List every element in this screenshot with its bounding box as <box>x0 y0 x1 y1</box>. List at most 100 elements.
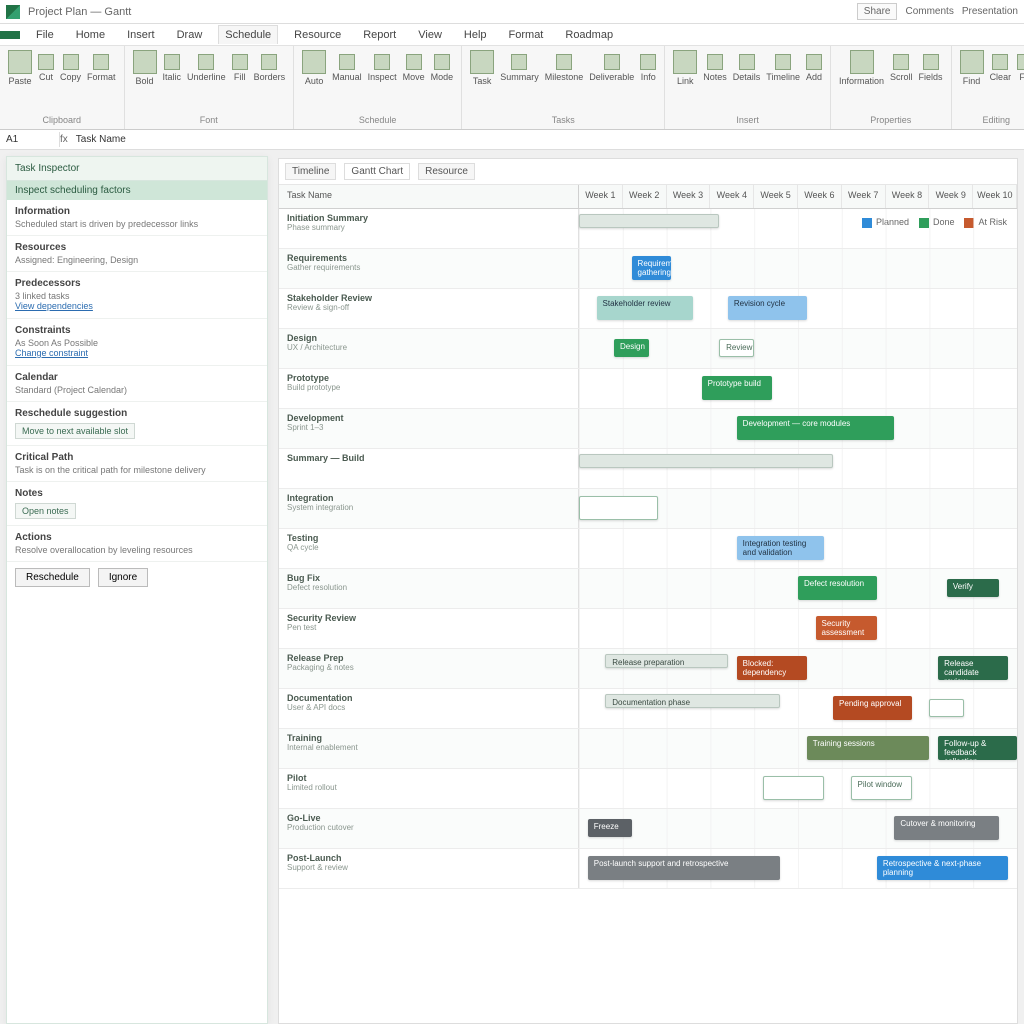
ribbon-btn-summary[interactable]: Summary <box>500 54 539 82</box>
gantt-bar[interactable] <box>763 776 824 800</box>
gantt-lane[interactable]: Security assessment <box>579 609 1017 648</box>
gantt-lane[interactable]: Design Review <box>579 329 1017 368</box>
gantt-tab-timeline[interactable]: Timeline <box>285 163 336 180</box>
task-name-cell[interactable]: DevelopmentSprint 1–3 <box>279 409 579 448</box>
ribbon-btn-details[interactable]: Details <box>733 54 761 82</box>
gantt-bar[interactable] <box>579 496 658 520</box>
task-name-cell[interactable]: Bug FixDefect resolution <box>279 569 579 608</box>
ribbon-btn-underline[interactable]: Underline <box>187 54 226 82</box>
gantt-row[interactable]: PrototypeBuild prototypePrototype build <box>279 369 1017 409</box>
task-name-cell[interactable]: DesignUX / Architecture <box>279 329 579 368</box>
gantt-bar[interactable] <box>929 699 964 717</box>
gantt-row[interactable]: TrainingInternal enablementTraining sess… <box>279 729 1017 769</box>
gantt-bar[interactable]: Freeze <box>588 819 632 837</box>
ribbon-btn-clear[interactable]: Clear <box>990 54 1012 82</box>
gantt-lane[interactable]: Freeze Cutover & monitoring <box>579 809 1017 848</box>
gantt-bar[interactable]: Design <box>614 339 649 357</box>
tab-format[interactable]: Format <box>503 26 550 44</box>
timescale-unit[interactable]: Week 4 <box>710 185 754 208</box>
ribbon-btn-bold[interactable]: Bold <box>133 50 157 86</box>
timescale-unit[interactable]: Week 6 <box>798 185 842 208</box>
gantt-row[interactable]: Summary — Build <box>279 449 1017 489</box>
ribbon-btn-move[interactable]: Move <box>403 54 425 82</box>
gantt-lane[interactable]: Requirements gathering <box>579 249 1017 288</box>
gantt-bar[interactable]: Review <box>719 339 754 357</box>
gantt-lane[interactable] <box>579 449 1017 488</box>
tab-resource[interactable]: Resource <box>288 26 347 44</box>
ribbon-btn-auto[interactable]: Auto <box>302 50 326 86</box>
gantt-bar[interactable]: Training sessions <box>807 736 930 760</box>
gantt-lane[interactable]: Stakeholder reviewRevision cycle <box>579 289 1017 328</box>
fx-icon[interactable]: fx <box>60 134 68 145</box>
ribbon-btn-copy[interactable]: Copy <box>60 54 81 82</box>
share-button[interactable]: Share <box>857 3 898 20</box>
tab-help[interactable]: Help <box>458 26 493 44</box>
tab-file[interactable]: File <box>30 26 60 44</box>
ribbon-btn-info[interactable]: Info <box>640 54 656 82</box>
ribbon-btn-scroll[interactable]: Scroll <box>890 54 913 82</box>
ribbon-btn-cut[interactable]: Cut <box>38 54 54 82</box>
gantt-bar[interactable]: Prototype build <box>702 376 772 400</box>
task-name-cell[interactable]: TrainingInternal enablement <box>279 729 579 768</box>
tab-draw[interactable]: Draw <box>171 26 209 44</box>
gantt-bar[interactable]: Documentation phase <box>605 694 780 708</box>
ribbon-btn-deliverable[interactable]: Deliverable <box>589 54 634 82</box>
gantt-row[interactable]: Stakeholder ReviewReview & sign-offStake… <box>279 289 1017 329</box>
gantt-bar[interactable] <box>579 454 833 468</box>
ribbon-btn-manual[interactable]: Manual <box>332 54 362 82</box>
gantt-lane[interactable] <box>579 209 1017 248</box>
task-name-cell[interactable]: Initiation SummaryPhase summary <box>279 209 579 248</box>
gantt-lane[interactable]: Release preparationBlocked: dependencyRe… <box>579 649 1017 688</box>
gantt-lane[interactable]: Defect resolution Verify <box>579 569 1017 608</box>
inspector-link[interactable]: Change constraint <box>15 348 88 358</box>
tab-home[interactable]: Home <box>70 26 111 44</box>
ribbon-btn-fields[interactable]: Fields <box>919 54 943 82</box>
gantt-row[interactable]: TestingQA cycle Integration testing and v… <box>279 529 1017 569</box>
task-name-cell[interactable]: TestingQA cycle <box>279 529 579 568</box>
timescale-unit[interactable]: Week 9 <box>929 185 973 208</box>
formula-value[interactable]: Task Name <box>68 132 134 147</box>
ribbon-btn-task[interactable]: Task <box>470 50 494 86</box>
inspector-link[interactable]: View dependencies <box>15 301 93 311</box>
ribbon-btn-link[interactable]: Link <box>673 50 697 86</box>
task-name-cell[interactable]: DocumentationUser & API docs <box>279 689 579 728</box>
tab-view[interactable]: View <box>412 26 448 44</box>
task-name-cell[interactable]: Go-LiveProduction cutover <box>279 809 579 848</box>
timescale-unit[interactable]: Week 5 <box>754 185 798 208</box>
ignore-button[interactable]: Ignore <box>98 568 148 587</box>
gantt-tab-resource[interactable]: Resource <box>418 163 475 180</box>
gantt-bar[interactable]: Defect resolution <box>798 576 877 600</box>
gantt-lane[interactable]: Pilot window <box>579 769 1017 808</box>
ribbon-btn-italic[interactable]: Italic <box>163 54 182 82</box>
gantt-lane[interactable] <box>579 489 1017 528</box>
gantt-bar[interactable]: Integration testing and validation <box>737 536 825 560</box>
comments-button[interactable]: Comments <box>905 6 953 17</box>
gantt-row[interactable]: Release PrepPackaging & notesRelease pre… <box>279 649 1017 689</box>
ribbon-btn-milestone[interactable]: Milestone <box>545 54 584 82</box>
gantt-tab-gantt-chart[interactable]: Gantt Chart <box>344 163 410 180</box>
gantt-bar[interactable]: Security assessment <box>816 616 877 640</box>
gantt-row[interactable]: Bug FixDefect resolutionDefect resolutio… <box>279 569 1017 609</box>
task-name-cell[interactable]: PilotLimited rollout <box>279 769 579 808</box>
ribbon-btn-timeline[interactable]: Timeline <box>766 54 800 82</box>
tab-insert[interactable]: Insert <box>121 26 161 44</box>
gantt-bar[interactable]: Verify <box>947 579 1000 597</box>
tab-schedule[interactable]: Schedule <box>218 25 278 44</box>
timescale-unit[interactable]: Week 2 <box>623 185 667 208</box>
gantt-bar[interactable]: Cutover & monitoring <box>894 816 999 840</box>
ribbon-btn-information[interactable]: Information <box>839 50 884 86</box>
ribbon-btn-add[interactable]: Add <box>806 54 822 82</box>
name-box[interactable]: A1 <box>0 132 60 147</box>
ribbon-btn-mode[interactable]: Mode <box>431 54 454 82</box>
gantt-row[interactable]: Go-LiveProduction cutover Freeze Cutover &… <box>279 809 1017 849</box>
tab-roadmap[interactable]: Roadmap <box>559 26 619 44</box>
gantt-bar[interactable]: Development — core modules <box>737 416 895 440</box>
ribbon-btn-paste[interactable]: Paste <box>8 50 32 86</box>
inspector-chip[interactable]: Move to next available slot <box>15 423 135 439</box>
gantt-bar[interactable]: Release preparation <box>605 654 728 668</box>
task-name-cell[interactable]: Release PrepPackaging & notes <box>279 649 579 688</box>
gantt-row[interactable]: DesignUX / Architecture Design Review <box>279 329 1017 369</box>
gantt-lane[interactable]: Training sessionsFollow-up & feedback co… <box>579 729 1017 768</box>
gantt-row[interactable]: DevelopmentSprint 1–3 Development — core … <box>279 409 1017 449</box>
timescale-unit[interactable]: Week 1 <box>579 185 623 208</box>
